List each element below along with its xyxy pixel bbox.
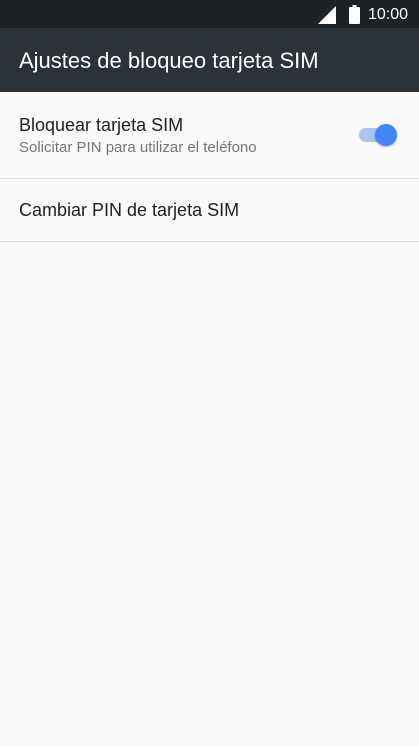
- page-title: Ajustes de bloqueo tarjeta SIM: [19, 48, 319, 73]
- divider: [0, 241, 419, 242]
- app-bar: Ajustes de bloqueo tarjeta SIM: [0, 28, 419, 92]
- toggle-thumb: [375, 124, 397, 146]
- signal-icon: [318, 6, 336, 24]
- setting-lock-sim-summary: Solicitar PIN para utilizar el teléfono: [19, 139, 257, 156]
- setting-lock-sim[interactable]: Bloquear tarjeta SIM Solicitar PIN para …: [0, 92, 419, 178]
- setting-lock-sim-title: Bloquear tarjeta SIM: [19, 115, 184, 135]
- lock-sim-toggle[interactable]: [359, 124, 397, 146]
- battery-icon: [349, 5, 360, 24]
- status-clock: 10:00: [368, 6, 409, 23]
- status-bar: 10:00: [0, 0, 419, 28]
- setting-change-pin[interactable]: Cambiar PIN de tarjeta SIM: [0, 179, 419, 241]
- setting-change-pin-title: Cambiar PIN de tarjeta SIM: [19, 200, 240, 220]
